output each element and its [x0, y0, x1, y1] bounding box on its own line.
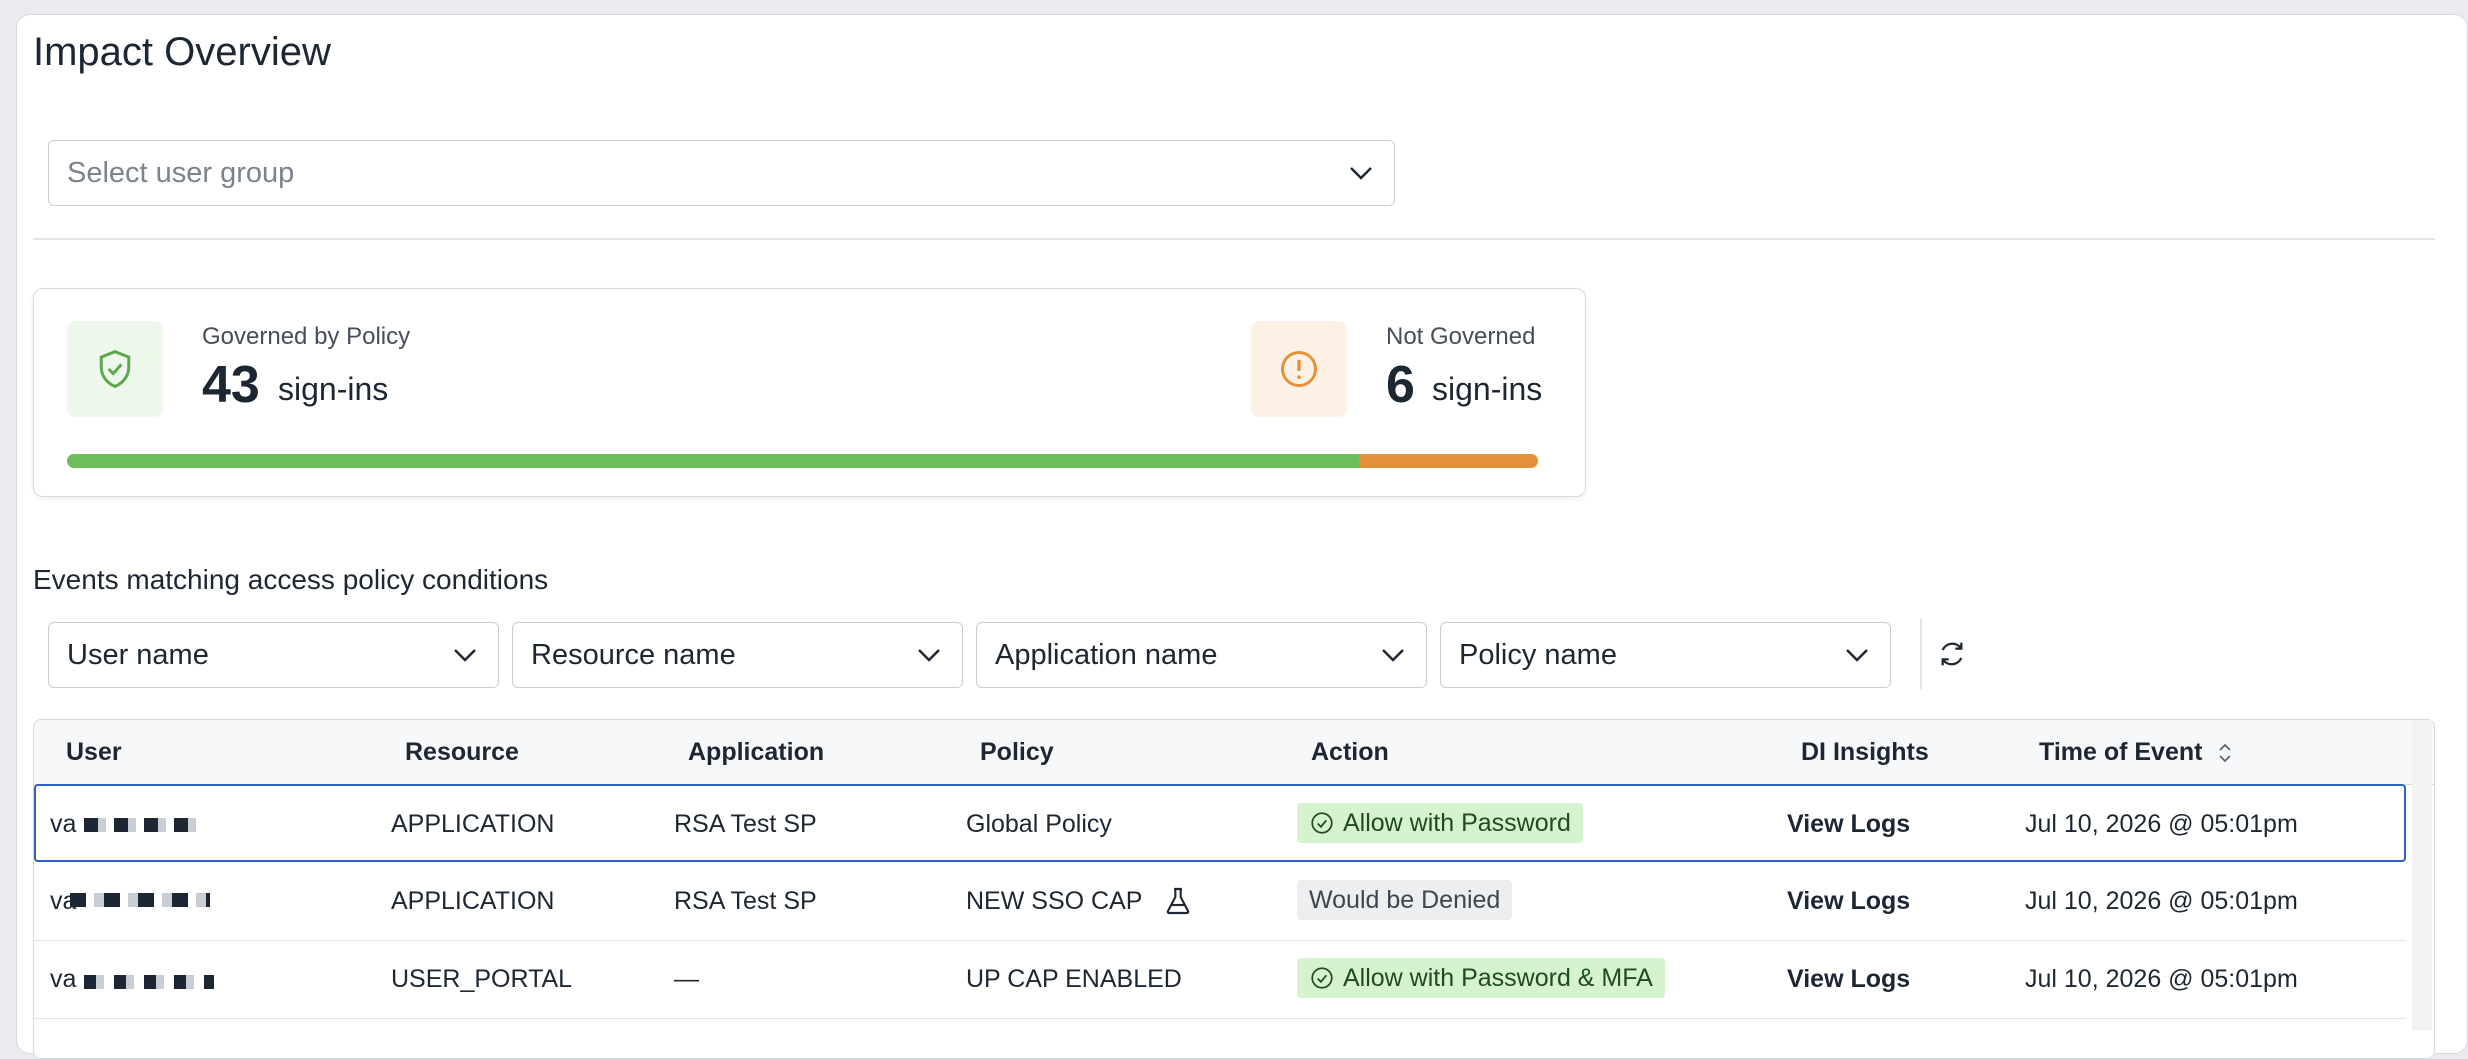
table-header: User Resource Application Policy Action … — [34, 720, 2434, 785]
shield-check-icon — [99, 350, 131, 388]
cell-resource: APPLICATION — [391, 810, 555, 838]
redacted-username — [84, 975, 214, 989]
action-label: Allow with Password — [1343, 808, 1571, 837]
sort-icon — [2219, 744, 2232, 763]
cell-resource: APPLICATION — [391, 887, 555, 915]
column-application[interactable]: Application — [688, 738, 824, 767]
events-table: User Resource Application Policy Action … — [33, 719, 2435, 1059]
column-resource[interactable]: Resource — [405, 738, 519, 767]
chevron-down-icon — [1382, 649, 1404, 662]
table-row[interactable]: va USER_PORTAL — UP CAP ENABLED Allow wi… — [34, 941, 2406, 1019]
user-group-select[interactable]: Select user group — [48, 140, 1395, 206]
column-di-insights[interactable]: DI Insights — [1801, 738, 1929, 767]
cell-time: Jul 10, 2026 @ 05:01pm — [2025, 965, 2298, 993]
refresh-button[interactable] — [1920, 619, 1982, 689]
action-badge-allow: Allow with Password — [1297, 803, 1583, 843]
cell-policy: Global Policy — [966, 810, 1112, 838]
table-row[interactable]: va APPLICATION RSA Test SP NEW SSO CAP W… — [34, 863, 2406, 941]
cell-user: va — [50, 810, 77, 838]
column-time-label: Time of Event — [2039, 738, 2203, 766]
not-governed-bar-segment — [1358, 454, 1538, 468]
action-badge-allow: Allow with Password & MFA — [1297, 958, 1665, 998]
flask-icon — [1166, 887, 1190, 915]
action-label: Allow with Password & MFA — [1343, 963, 1653, 992]
chevron-down-icon — [1846, 649, 1868, 662]
view-logs-link[interactable]: View Logs — [1787, 887, 1910, 916]
view-logs-link[interactable]: View Logs — [1787, 965, 1910, 994]
cell-user: va — [50, 965, 77, 993]
governed-icon-box — [67, 321, 163, 417]
cell-resource: USER_PORTAL — [391, 965, 573, 993]
policy-summary-card: Governed by Policy 43 sign-ins Not Gover… — [33, 288, 1586, 497]
not-governed-unit: sign-ins — [1432, 371, 1543, 407]
refresh-icon — [1941, 642, 1963, 666]
events-section-title: Events matching access policy conditions — [33, 564, 549, 595]
filter-label: User name — [67, 638, 209, 671]
table-scrollbar[interactable] — [2412, 720, 2432, 1030]
filter-user-name[interactable]: User name — [48, 622, 499, 688]
filter-application-name[interactable]: Application name — [976, 622, 1427, 688]
cell-time: Jul 10, 2026 @ 05:01pm — [2025, 810, 2298, 838]
governed-label: Governed by Policy — [202, 323, 411, 350]
filter-resource-name[interactable]: Resource name — [512, 622, 963, 688]
column-time-of-event[interactable]: Time of Event — [2039, 738, 2235, 767]
filter-policy-name[interactable]: Policy name — [1440, 622, 1891, 688]
cell-time: Jul 10, 2026 @ 05:01pm — [2025, 887, 2298, 915]
table-row[interactable]: va APPLICATION RSA Test SP Global Policy… — [34, 784, 2406, 862]
governed-unit: sign-ins — [278, 371, 389, 407]
column-user[interactable]: User — [66, 738, 122, 767]
chevron-down-icon — [1350, 167, 1372, 180]
column-action[interactable]: Action — [1311, 738, 1389, 767]
page-title: Impact Overview — [33, 30, 331, 74]
not-governed-count: 6 — [1386, 356, 1415, 414]
cell-policy: NEW SSO CAP — [966, 887, 1143, 915]
user-group-placeholder: Select user group — [67, 156, 295, 189]
filter-label: Policy name — [1459, 638, 1617, 671]
check-circle-icon — [1311, 967, 1333, 989]
check-circle-icon — [1311, 812, 1333, 834]
action-label: Would be Denied — [1309, 885, 1501, 914]
not-governed-label: Not Governed — [1386, 323, 1536, 350]
redacted-username — [70, 893, 210, 907]
chevron-down-icon — [454, 649, 476, 662]
not-governed-icon-box — [1251, 321, 1347, 417]
filter-label: Resource name — [531, 638, 736, 671]
chevron-down-icon — [918, 649, 940, 662]
cell-application: RSA Test SP — [674, 887, 817, 915]
cell-policy: UP CAP ENABLED — [966, 965, 1182, 993]
alert-circle-icon — [1281, 351, 1317, 387]
view-logs-link[interactable]: View Logs — [1787, 810, 1910, 839]
cell-application: RSA Test SP — [674, 810, 817, 838]
governed-bar-segment — [67, 454, 1359, 468]
filter-label: Application name — [995, 638, 1218, 671]
cell-application: — — [674, 965, 699, 993]
governance-progress-bar — [67, 454, 1538, 468]
governed-count: 43 — [202, 356, 260, 414]
action-badge-deny: Would be Denied — [1297, 880, 1513, 920]
column-policy[interactable]: Policy — [980, 738, 1054, 767]
section-divider — [33, 238, 2435, 240]
redacted-username — [84, 818, 204, 832]
